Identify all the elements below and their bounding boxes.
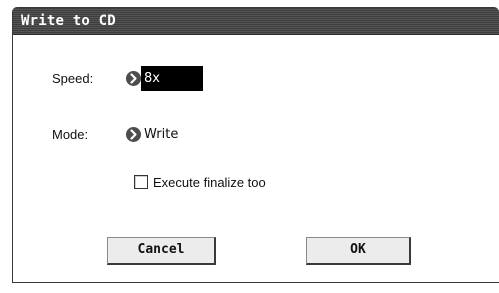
speed-label: Speed: xyxy=(52,71,94,86)
mode-label: Mode: xyxy=(52,127,89,142)
dialog-titlebar: Write to CD xyxy=(13,8,499,35)
execute-finalize-label[interactable]: Execute finalize too xyxy=(153,175,266,191)
execute-finalize-checkbox[interactable] xyxy=(134,175,148,189)
mode-value[interactable]: Write xyxy=(144,127,178,143)
write-to-cd-dialog: Write to CD xyxy=(12,7,499,283)
speed-value-field[interactable]: 8x xyxy=(141,66,203,91)
mode-popup-button[interactable] xyxy=(126,127,141,142)
dialog-title: Write to CD xyxy=(21,13,116,29)
ok-button[interactable]: OK xyxy=(306,237,411,265)
chevron-right-icon xyxy=(130,73,137,84)
speed-value: 8x xyxy=(144,71,160,86)
chevron-right-icon xyxy=(130,129,137,140)
speed-popup-button[interactable] xyxy=(126,71,141,86)
cancel-button[interactable]: Cancel xyxy=(107,237,216,265)
